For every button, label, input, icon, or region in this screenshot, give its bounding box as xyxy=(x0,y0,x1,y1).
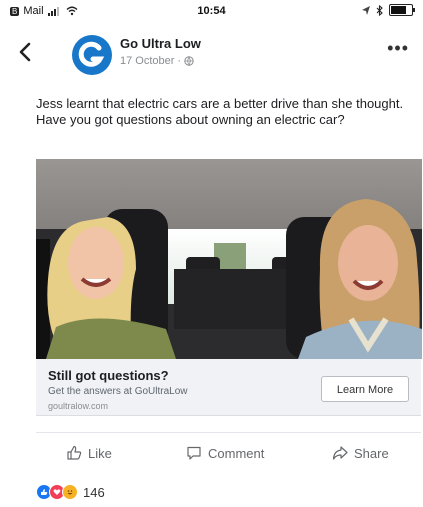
share-icon xyxy=(332,446,348,460)
comment-icon xyxy=(187,446,201,460)
post-header: Go Ultra Low 17 October · ••• xyxy=(0,28,423,80)
go-ultra-low-logo-icon xyxy=(78,41,105,67)
reaction-count: 146 xyxy=(83,484,105,500)
like-label: Like xyxy=(88,445,112,461)
status-right xyxy=(362,4,415,16)
post-text: Jess learnt that electric cars are a bet… xyxy=(36,96,404,127)
status-time: 10:54 xyxy=(197,5,226,17)
avatar[interactable] xyxy=(72,35,112,75)
battery-icon xyxy=(389,4,415,16)
comment-label: Comment xyxy=(208,445,265,461)
location-icon xyxy=(362,5,370,15)
post-meta: 17 October · xyxy=(120,55,194,67)
share-label: Share xyxy=(354,445,389,461)
learn-more-button[interactable]: Learn More xyxy=(321,376,409,402)
battery-level xyxy=(391,6,406,14)
haha-reaction-icon xyxy=(62,484,78,500)
share-button[interactable]: Share xyxy=(332,445,389,461)
link-card-description: Get the answers at GoUltraLow xyxy=(48,386,188,397)
like-button[interactable]: Like xyxy=(66,445,112,461)
comment-button[interactable]: Comment xyxy=(186,445,264,461)
post-date[interactable]: 17 October xyxy=(120,55,174,67)
reaction-summary[interactable]: 146 xyxy=(36,484,105,500)
page-name[interactable]: Go Ultra Low xyxy=(120,36,201,51)
status-bar: B Mail 10:54 xyxy=(0,0,423,22)
more-options-icon[interactable]: ••• xyxy=(387,38,409,59)
thumbs-up-icon xyxy=(67,445,82,460)
meta-separator: · xyxy=(177,55,182,67)
globe-icon xyxy=(184,56,194,66)
video-frame xyxy=(36,159,422,359)
post-actions: Like Comment Share xyxy=(36,432,421,473)
bluetooth-icon xyxy=(376,4,383,16)
back-icon[interactable] xyxy=(14,38,38,66)
link-card-title: Still got questions? xyxy=(48,368,169,383)
video-player[interactable] xyxy=(36,159,422,359)
link-card[interactable]: Still got questions? Get the answers at … xyxy=(36,359,421,416)
link-card-domain: goultralow.com xyxy=(48,401,109,411)
